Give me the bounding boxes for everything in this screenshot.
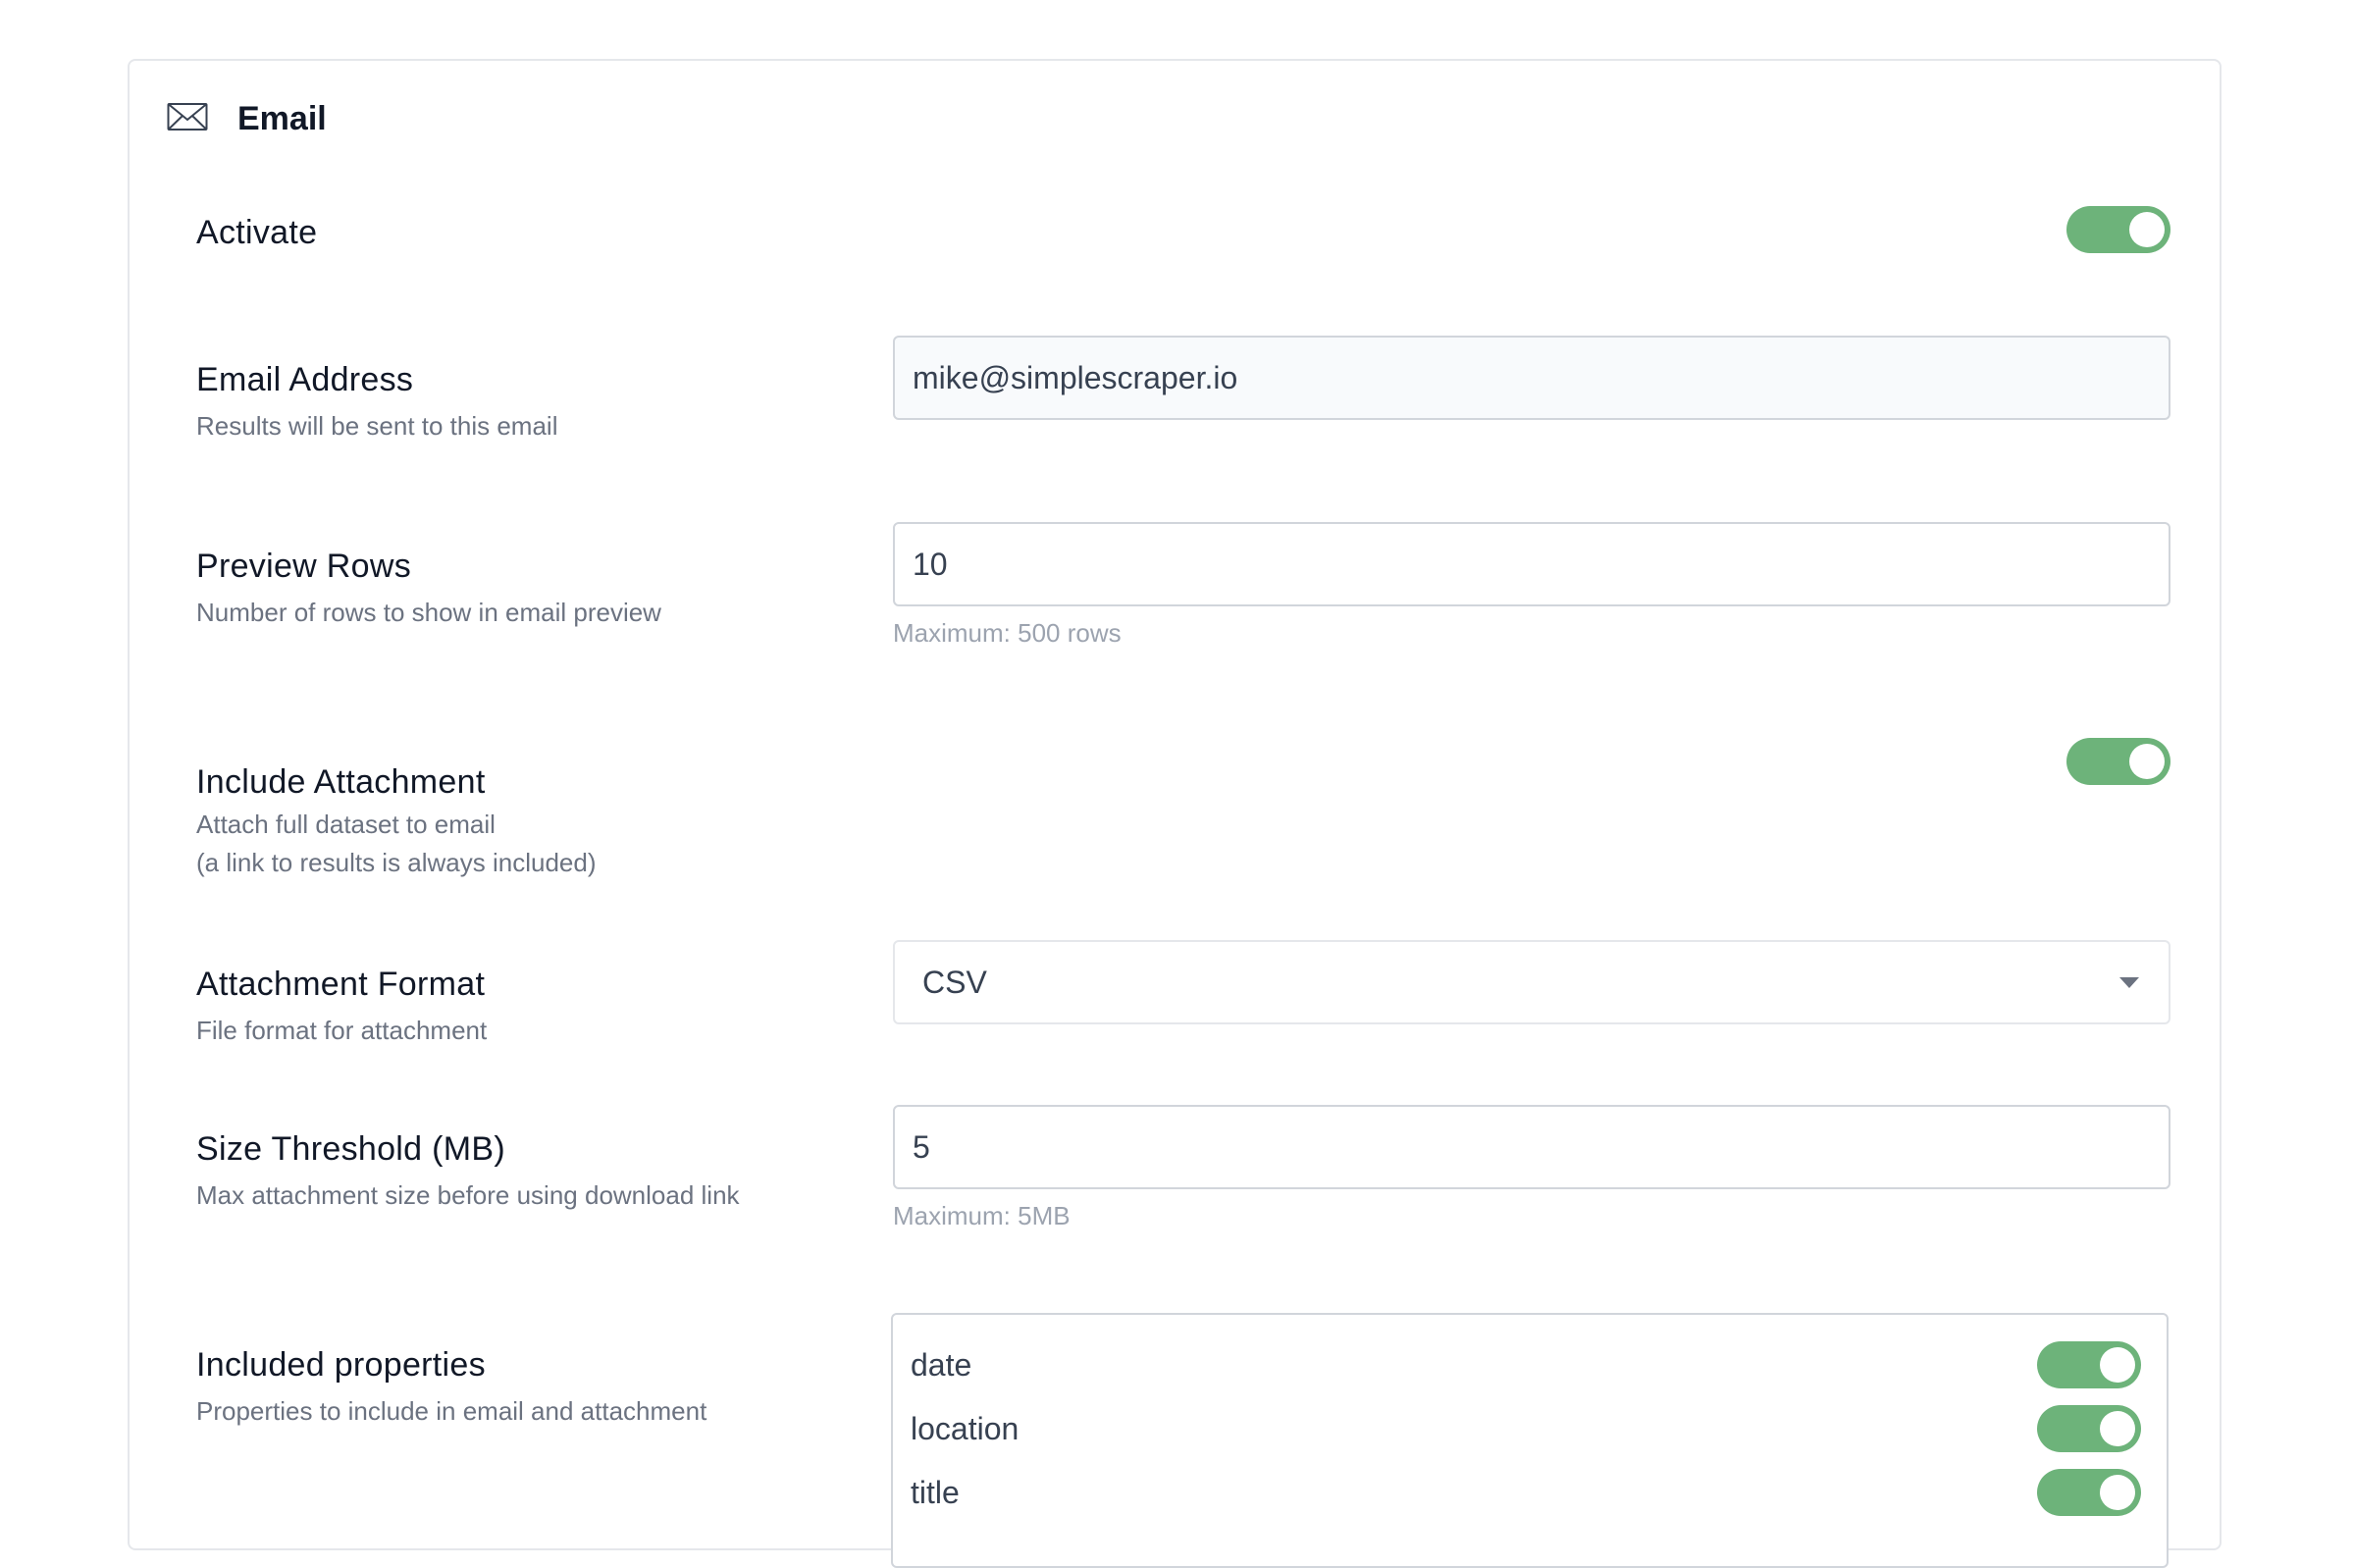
attachment-format-description: File format for attachment <box>196 1016 488 1045</box>
email-address-label-group: Email Address Results will be sent to th… <box>196 361 557 445</box>
property-row-title: title <box>911 1468 2141 1517</box>
email-address-label: Email Address <box>196 361 414 398</box>
preview-rows-label: Preview Rows <box>196 548 411 585</box>
toggle-knob <box>2100 1347 2135 1383</box>
size-threshold-label-group: Size Threshold (MB) Max attachment size … <box>196 1130 740 1215</box>
property-toggle-date[interactable] <box>2037 1341 2141 1388</box>
size-threshold-description: Max attachment size before using downloa… <box>196 1180 740 1210</box>
email-address-description: Results will be sent to this email <box>196 411 558 441</box>
toggle-knob <box>2100 1411 2135 1446</box>
included-properties-list: date location title <box>891 1313 2169 1568</box>
activate-label: Activate <box>196 214 318 251</box>
property-row-location: location <box>911 1404 2141 1453</box>
preview-rows-label-group: Preview Rows Number of rows to show in e… <box>196 548 661 632</box>
attachment-format-label-group: Attachment Format File format for attach… <box>196 966 487 1050</box>
activate-label-group: Activate <box>196 214 317 252</box>
attachment-format-label: Attachment Format <box>196 966 486 1003</box>
preview-rows-input[interactable]: 10 <box>893 522 2170 606</box>
card-header: Email <box>167 100 327 138</box>
email-address-value: mike@simplescraper.io <box>913 359 1238 395</box>
size-threshold-input[interactable]: 5 <box>893 1105 2170 1189</box>
attachment-format-select[interactable]: CSV <box>893 940 2170 1024</box>
property-toggle-location[interactable] <box>2037 1405 2141 1452</box>
property-toggle-title[interactable] <box>2037 1469 2141 1516</box>
property-row-date: date <box>911 1340 2141 1389</box>
size-threshold-label: Size Threshold (MB) <box>196 1130 505 1168</box>
chevron-down-icon <box>2119 977 2139 988</box>
include-attachment-label: Include Attachment <box>196 763 486 801</box>
toggle-knob <box>2129 212 2165 247</box>
included-properties-description: Properties to include in email and attac… <box>196 1396 707 1426</box>
property-name: title <box>911 1474 960 1510</box>
preview-rows-value: 10 <box>913 546 948 582</box>
include-attachment-description-2: (a link to results is always included) <box>196 848 597 877</box>
card-title: Email <box>237 100 327 137</box>
toggle-knob <box>2100 1475 2135 1510</box>
activate-toggle[interactable] <box>2066 206 2170 253</box>
envelope-icon <box>167 101 208 137</box>
include-attachment-label-group: Include Attachment Attach full dataset t… <box>196 763 597 882</box>
email-address-input[interactable]: mike@simplescraper.io <box>893 336 2170 420</box>
property-name: location <box>911 1410 1020 1446</box>
included-properties-label: Included properties <box>196 1346 486 1384</box>
included-properties-label-group: Included properties Properties to includ… <box>196 1346 706 1431</box>
size-threshold-hint: Maximum: 5MB <box>893 1201 1071 1230</box>
size-threshold-value: 5 <box>913 1128 930 1165</box>
attachment-format-value: CSV <box>922 964 987 1000</box>
preview-rows-description: Number of rows to show in email preview <box>196 598 661 627</box>
preview-rows-hint: Maximum: 500 rows <box>893 618 1122 648</box>
include-attachment-toggle[interactable] <box>2066 738 2170 785</box>
property-name: date <box>911 1346 972 1383</box>
toggle-knob <box>2129 744 2165 779</box>
include-attachment-description-1: Attach full dataset to email <box>196 810 496 839</box>
